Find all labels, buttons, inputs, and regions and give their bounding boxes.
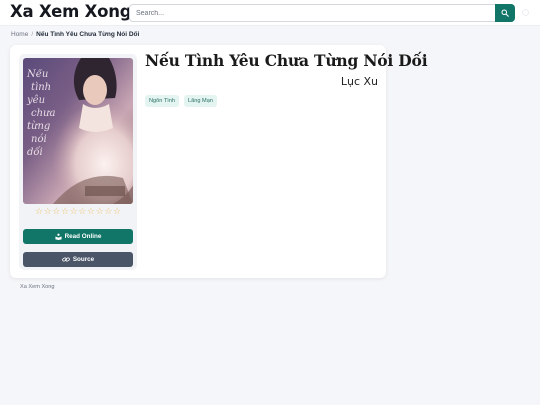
- search-icon: [501, 9, 509, 17]
- genre-tag[interactable]: Ngôn Tình: [145, 95, 180, 107]
- star-icon[interactable]: ☆: [52, 206, 60, 218]
- cover-word: nói: [31, 134, 47, 145]
- book-reader-icon: [55, 233, 62, 240]
- breadcrumb: Home / Nếu Tình Yêu Chưa Từng Nói Dối: [11, 31, 139, 38]
- star-icon[interactable]: ☆: [35, 206, 43, 218]
- star-icon[interactable]: ☆: [104, 206, 112, 218]
- star-icon[interactable]: ☆: [70, 206, 78, 218]
- breadcrumb-separator: /: [31, 31, 34, 38]
- cover-word: chưa: [31, 108, 56, 119]
- search-button[interactable]: [495, 4, 515, 22]
- footer-text: Xa Xem Xong: [20, 284, 55, 290]
- sun-icon: [522, 9, 529, 16]
- book-card: Nếu tình yêu chưa từng nói dối ☆ ☆ ☆ ☆ ☆ ☆ ☆ ☆ ☆ ☆ Read…: [10, 45, 428, 278]
- star-icon[interactable]: ☆: [44, 206, 52, 218]
- link-icon: [62, 256, 70, 263]
- star-icon[interactable]: ☆: [61, 206, 69, 218]
- cover-word: từng: [27, 121, 51, 132]
- tag-list: Ngôn Tình Lãng Mạn: [145, 95, 217, 107]
- cover-word: Nếu: [27, 69, 49, 80]
- theme-toggle[interactable]: [520, 7, 531, 18]
- read-online-button[interactable]: Read Online: [23, 229, 133, 244]
- book-author[interactable]: Lục Xu: [341, 75, 378, 88]
- star-icon[interactable]: ☆: [113, 206, 121, 218]
- site-logo[interactable]: Xa Xem Xong: [10, 2, 132, 21]
- source-button[interactable]: Source: [23, 252, 133, 267]
- book-title: Nếu Tình Yêu Chưa Từng Nói Dối: [145, 51, 428, 70]
- cover-title-overlay: Nếu tình yêu chưa từng nói dối: [27, 68, 55, 159]
- read-online-label: Read Online: [64, 233, 102, 240]
- breadcrumb-current: Nếu Tình Yêu Chưa Từng Nói Dối: [36, 31, 140, 38]
- search-input[interactable]: [129, 4, 495, 22]
- breadcrumb-home[interactable]: Home: [11, 31, 28, 38]
- genre-tag[interactable]: Lãng Mạn: [184, 95, 217, 107]
- star-icon[interactable]: ☆: [78, 206, 86, 218]
- book-cover-image: Nếu tình yêu chưa từng nói dối: [23, 58, 133, 204]
- source-label: Source: [72, 256, 95, 263]
- top-navbar: Xa Xem Xong: [0, 0, 540, 26]
- star-rating[interactable]: ☆ ☆ ☆ ☆ ☆ ☆ ☆ ☆ ☆ ☆: [23, 206, 133, 218]
- star-icon[interactable]: ☆: [87, 206, 95, 218]
- cover-word: yêu: [27, 95, 46, 106]
- cover-word: tình: [31, 82, 52, 93]
- star-icon[interactable]: ☆: [96, 206, 104, 218]
- cover-word: dối: [27, 147, 43, 158]
- cover-panel: Nếu tình yêu chưa từng nói dối ☆ ☆ ☆ ☆ ☆ ☆ ☆ ☆ ☆ ☆ Read…: [19, 54, 137, 270]
